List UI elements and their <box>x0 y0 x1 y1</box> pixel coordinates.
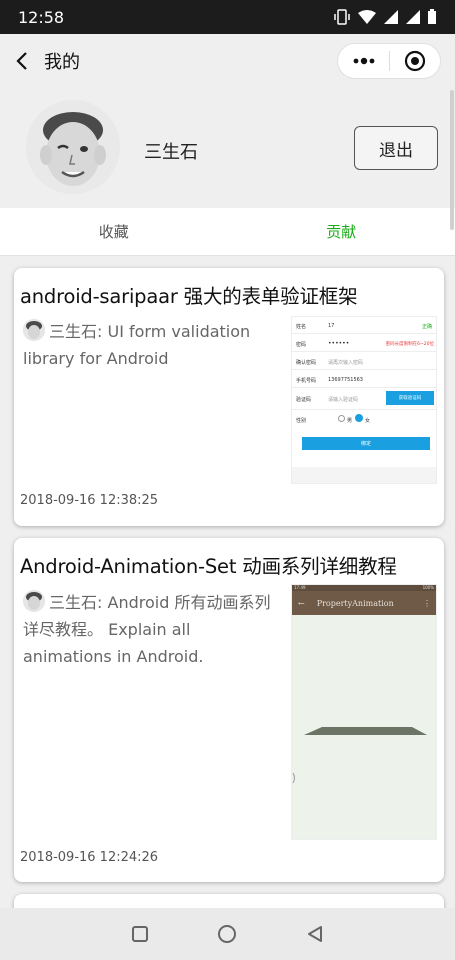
circle-icon <box>218 925 237 943</box>
list-item[interactable] <box>14 894 444 908</box>
triangle-back-icon <box>308 926 323 942</box>
status-time: 12:58 <box>18 7 65 27</box>
radio-male <box>338 415 345 422</box>
profile-header: 三生石 退出 <box>0 88 455 208</box>
battery-icon <box>428 9 436 24</box>
signal-icon-2 <box>406 10 420 24</box>
card-title: android-saripaar 强大的表单验证框架 <box>20 285 358 308</box>
username: 三生石 <box>144 142 198 163</box>
logout-button[interactable]: 退出 <box>354 126 438 170</box>
wifi-icon <box>358 10 376 24</box>
form-label: 密码 <box>296 342 307 348</box>
recent-apps-button[interactable] <box>120 914 160 954</box>
thumb-toolbar-title: PropertyAnimation <box>316 598 394 608</box>
square-icon <box>131 926 148 942</box>
card-date: 2018-09-16 12:24:26 <box>20 850 159 865</box>
author-name: 三生石 <box>49 593 98 612</box>
thumb-back-arrow: ← <box>298 598 305 608</box>
form-label: 姓名 <box>296 324 307 330</box>
thumb-menu-icon: ⋮ <box>423 598 431 608</box>
card-date: 2018-09-16 12:38:25 <box>20 493 159 508</box>
card-description: 三生石: Android 所有动画系列详尽教程。 Explain all ani… <box>23 589 281 670</box>
form-note: 密码长度限制在6~20位 <box>385 342 434 347</box>
thumb-status-time: 17:49 <box>294 585 306 590</box>
signal-icon <box>384 10 398 24</box>
system-back-button[interactable] <box>295 914 335 954</box>
avatar-image <box>26 100 120 194</box>
form-value: 请输入验证码 <box>328 397 359 403</box>
system-nav-bar <box>0 908 455 960</box>
thumb-status-battery: 100% <box>422 585 434 590</box>
target-close-icon <box>404 50 426 72</box>
tab-contributions[interactable]: 贡献 <box>228 208 455 255</box>
list-item[interactable]: android-saripaar 强大的表单验证框架 三生石: UI form … <box>14 268 444 526</box>
author-avatar <box>23 590 45 612</box>
chevron-left-icon <box>16 52 27 70</box>
mini-program-capsule <box>337 43 441 79</box>
status-bar: 12:58 <box>0 0 455 34</box>
card-thumbnail: 姓名 17 正确 密码 •••••• 密码长度限制在6~20位 确认密码 请再次… <box>291 316 437 484</box>
form-value: 17 <box>328 323 335 329</box>
form-value: 13697751563 <box>328 377 363 383</box>
nav-bar: 我的 <box>0 34 455 88</box>
avatar[interactable] <box>26 100 120 194</box>
form-label: 性别 <box>296 418 307 424</box>
author-name: 三生石 <box>49 322 98 341</box>
home-button[interactable] <box>207 914 247 954</box>
vibrate-icon <box>334 9 350 25</box>
form-value: 请再次输入密码 <box>328 360 364 366</box>
radio-female <box>355 414 363 422</box>
list-item[interactable]: Android-Animation-Set 动画系列详细教程 三生石: Andr… <box>14 538 444 882</box>
form-screenshot: 姓名 17 正确 密码 •••••• 密码长度限制在6~20位 确认密码 请再次… <box>292 317 436 467</box>
trapezoid-shape <box>292 727 427 784</box>
close-mini-program-button[interactable] <box>390 43 440 79</box>
form-label: 验证码 <box>296 397 312 403</box>
tab-bar: 收藏 贡献 <box>0 208 455 256</box>
author-avatar <box>23 319 45 341</box>
more-button[interactable] <box>338 43 389 79</box>
more-dots-icon <box>353 57 374 65</box>
get-code-button: 获取验证码 <box>386 391 434 405</box>
back-button[interactable] <box>2 34 42 88</box>
tab-favorites[interactable]: 收藏 <box>0 208 228 255</box>
page-title: 我的 <box>44 52 80 73</box>
form-value: •••••• <box>328 340 350 347</box>
form-label: 手机号码 <box>296 378 317 384</box>
gender-female-label: 女 <box>365 418 371 424</box>
form-label: 确认密码 <box>296 360 317 366</box>
thumb-toolbar: ← PropertyAnimation ⋮ <box>292 591 436 615</box>
card-description: 三生石: UI form validation library for Andr… <box>23 318 281 372</box>
submit-button: 绑定 <box>302 437 430 450</box>
card-title: Android-Animation-Set 动画系列详细教程 <box>20 555 397 578</box>
status-icons <box>333 8 437 26</box>
form-note: 正确 <box>421 324 432 330</box>
contribution-list[interactable]: android-saripaar 强大的表单验证框架 三生石: UI form … <box>0 256 455 908</box>
thumb-status-bar: 17:49 100% <box>292 585 436 591</box>
scrollbar[interactable] <box>450 90 454 230</box>
card-thumbnail: 17:49 100% ← PropertyAnimation ⋮ <box>291 584 437 840</box>
gender-male-label: 男 <box>347 418 353 424</box>
